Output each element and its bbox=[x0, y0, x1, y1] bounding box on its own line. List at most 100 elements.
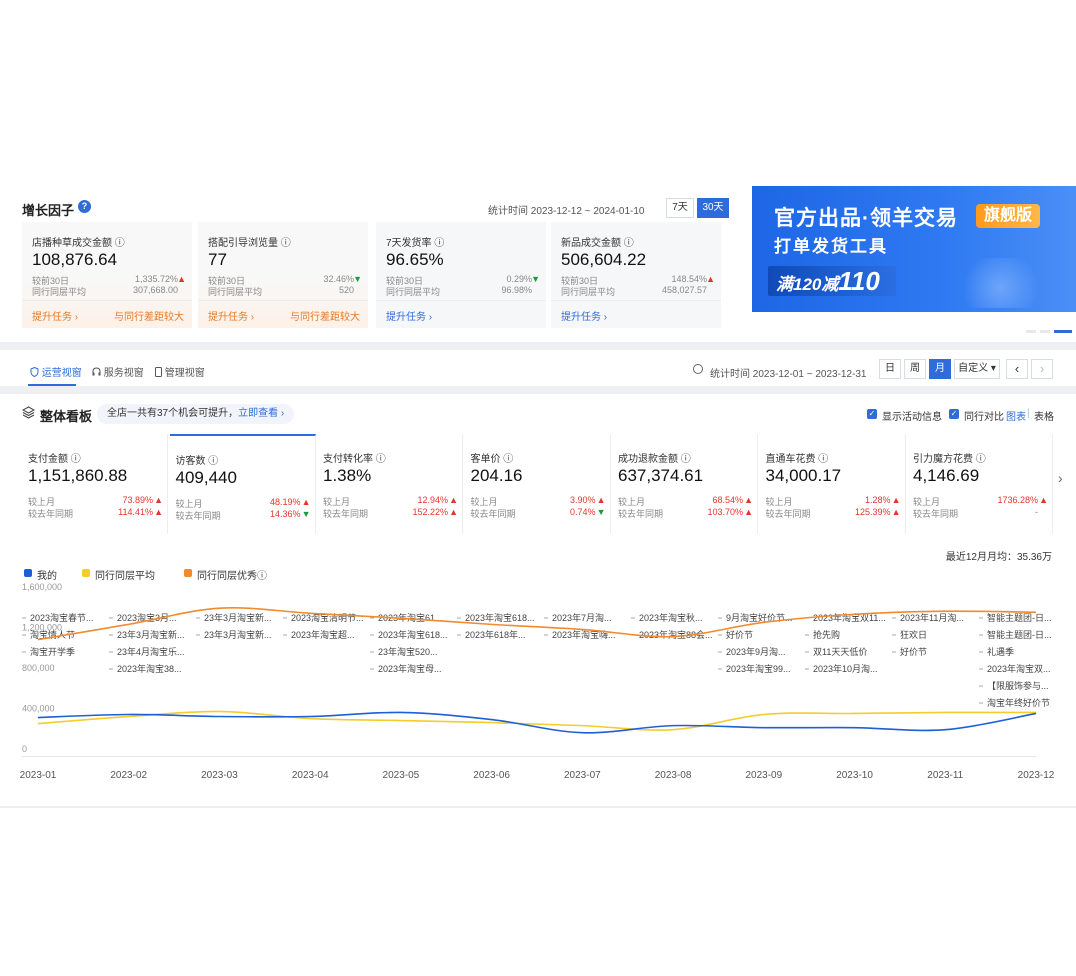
growth-factor-panel: 增长因子 ? 统计时间 2023-12-12 ~ 2024-01-10 7天 3… bbox=[8, 186, 746, 342]
x-tick-label: 2023-10 bbox=[836, 770, 873, 781]
metric-label: 客单价 ⓘ bbox=[470, 454, 514, 465]
growth-card[interactable]: 搭配引导浏览量 ⓘ 77 较前30日 32.46% ▼ 同行同层平均 520 提升任务 › 与同… bbox=[198, 222, 368, 328]
tab-label: 运营视窗 bbox=[41, 368, 82, 379]
peer-compare-checkbox[interactable]: ✓ bbox=[949, 409, 959, 419]
activity-label: 2023年10月淘... bbox=[813, 663, 878, 674]
section-divider bbox=[0, 806, 1076, 808]
mom-value: 48.19% bbox=[269, 497, 301, 507]
metric-card[interactable]: 引力魔方花费 ⓘ 4,146.69 较上月 1736.28% ▲ 较去年同期 - bbox=[907, 434, 1053, 534]
y-tick-label: 1,600,000 bbox=[22, 582, 62, 592]
peer-label: 同行同层平均 bbox=[208, 287, 263, 297]
compare-value: 32.46% bbox=[323, 274, 354, 284]
yoy-value: 114.41% bbox=[118, 507, 153, 517]
metric-value: 637,374.61 bbox=[618, 466, 704, 485]
yoy-label: 较去年同期 bbox=[470, 509, 516, 519]
metric-card[interactable]: 支付转化率 ⓘ 1.38% 较上月 12.94% ▲ 较去年同期 152.22% ▲ bbox=[317, 434, 463, 534]
banner-decoration bbox=[956, 258, 1046, 308]
range-7-days-button[interactable]: 7天 bbox=[666, 198, 694, 218]
metric-card[interactable]: 直通车花费 ⓘ 34,000.17 较上月 1.28% ▲ 较去年同期 125.39% ▲ bbox=[759, 434, 906, 534]
card-label: 店播种草成交金额 ⓘ bbox=[32, 238, 125, 249]
view-chart-toggle[interactable]: 图表 bbox=[1006, 408, 1026, 423]
growth-card[interactable]: 新品成交金额 ⓘ 506,604.22 较前30日 148.54% ▲ 同行同层平均 458… bbox=[551, 222, 721, 328]
growth-card[interactable]: 店播种草成交金额 ⓘ 108,876.64 较前30日 1,335.72% ▲ 同行同层平… bbox=[22, 222, 192, 328]
peer-value: 96.98% bbox=[501, 285, 532, 295]
peer-label: 同行同层平均 bbox=[561, 287, 616, 297]
arrow-down-icon: ▼ bbox=[353, 274, 362, 284]
layers-icon bbox=[22, 406, 35, 419]
activity-label: 2023年淘宝38... bbox=[117, 663, 182, 674]
range-30-days-button[interactable]: 30天 bbox=[697, 198, 729, 218]
metrics-next-arrow[interactable]: › bbox=[1058, 470, 1063, 486]
tab-management[interactable]: 管理视窗 bbox=[155, 364, 205, 379]
mom-value: 1736.28% bbox=[997, 495, 1038, 505]
improve-task-link[interactable]: 提升任务 › bbox=[561, 308, 607, 323]
activity-label: 淘宝开学季 bbox=[30, 646, 75, 657]
growth-card[interactable]: 7天发货率 ⓘ 96.65% 较前30日 0.29% ▼ 同行同层平均 96.98% 提升任务… bbox=[376, 222, 546, 328]
tab-service[interactable]: 服务视窗 bbox=[92, 364, 144, 379]
promo-amount: 110 bbox=[838, 266, 880, 296]
metric-card[interactable]: 访客数 ⓘ 409,440 较上月 48.19% ▲ 较去年同期 14.36% ▼ bbox=[169, 434, 316, 534]
x-tick-label: 2023-01 bbox=[20, 770, 57, 781]
gap-tag: 与同行差距较大 bbox=[114, 312, 184, 323]
card-value: 108,876.64 bbox=[32, 250, 118, 269]
metric-label: 直通车花费 ⓘ bbox=[765, 454, 829, 465]
tab-label: 管理视窗 bbox=[164, 368, 205, 379]
help-icon[interactable]: ? bbox=[78, 200, 91, 213]
carousel-dot-active[interactable] bbox=[1054, 330, 1072, 333]
arrow-up-icon: ▲ bbox=[744, 507, 753, 517]
view-table-toggle[interactable]: 表格 bbox=[1034, 408, 1054, 423]
x-tick-label: 2023-02 bbox=[110, 770, 147, 781]
activity-label: 智能主题团-日... bbox=[987, 612, 1052, 623]
activity-label: 2023年淘宝秋... bbox=[639, 612, 703, 623]
legend-swatch-mine bbox=[24, 569, 32, 577]
tab-operations[interactable]: 运营视窗 bbox=[30, 364, 82, 379]
metric-value: 409,440 bbox=[175, 468, 237, 487]
activity-label: 礼遇季 bbox=[987, 646, 1014, 657]
arrow-up-icon: ▲ bbox=[301, 497, 311, 507]
activity-label: 2023淘宝春节... bbox=[30, 612, 94, 623]
yoy-label: 较去年同期 bbox=[28, 509, 74, 519]
compare-value: 0.29% bbox=[506, 274, 532, 284]
view-now-link[interactable]: 立即查看 › bbox=[238, 408, 284, 419]
carousel-dot[interactable] bbox=[1026, 330, 1036, 333]
improve-task-link[interactable]: 提升任务 › bbox=[32, 308, 78, 323]
activity-label: 2023年淘宝母... bbox=[378, 663, 442, 674]
next-period-button[interactable]: › bbox=[1031, 359, 1053, 379]
yoy-value: 14.36% bbox=[269, 509, 301, 519]
improve-task-link[interactable]: 提升任务 › bbox=[208, 308, 254, 323]
activity-label: 好价节 bbox=[900, 646, 927, 657]
card-value: 506,604.22 bbox=[561, 250, 647, 269]
period-week-button[interactable]: 周 bbox=[904, 359, 926, 379]
board-stat-time: 统计时间 2023-12-01 ~ 2023-12-31 bbox=[710, 369, 867, 380]
prev-period-button[interactable]: ‹ bbox=[1006, 359, 1028, 379]
period-custom-dropdown[interactable]: 自定义 ▾ bbox=[954, 359, 1000, 379]
metric-card[interactable]: 客单价 ⓘ 204.16 较上月 3.90% ▲ 较去年同期 0.74% ▼ bbox=[464, 434, 611, 534]
carousel-dot[interactable] bbox=[1040, 330, 1050, 333]
peer-value: 307,668.00 bbox=[132, 285, 178, 295]
activity-label: 2023年618年... bbox=[465, 629, 526, 640]
promo-banner[interactable]: 官方出品·领羊交易 旗舰版 打单发货工具 满120减110 bbox=[752, 186, 1076, 312]
headset-icon bbox=[92, 367, 101, 376]
metric-value: 1.38% bbox=[323, 466, 372, 485]
banner-subtitle: 打单发货工具 bbox=[774, 237, 888, 256]
yoy-label: 较去年同期 bbox=[913, 509, 959, 519]
metric-card[interactable]: 支付金额 ⓘ 1,151,860.88 较上月 73.89% ▲ 较去年同期 114.41%… bbox=[22, 434, 168, 534]
show-activity-checkbox[interactable]: ✓ bbox=[867, 409, 877, 419]
peer-label: 同行同层平均 bbox=[32, 287, 87, 297]
activity-label: 2023年淘宝99... bbox=[726, 663, 791, 674]
y-tick-label: 800,000 bbox=[22, 663, 55, 673]
metric-card[interactable]: 成功退款金额 ⓘ 637,374.61 较上月 68.54% ▲ 较去年同期 103.70%… bbox=[612, 434, 758, 534]
arrow-up-icon: ▲ bbox=[177, 274, 186, 284]
improve-task-link[interactable]: 提升任务 › bbox=[386, 308, 432, 323]
phone-icon bbox=[155, 367, 162, 377]
activity-label: 2023年淘宝双... bbox=[987, 663, 1051, 674]
y-tick-label: 0 bbox=[22, 744, 27, 754]
peer-compare-label: 同行对比 bbox=[964, 412, 1004, 423]
period-day-button[interactable]: 日 bbox=[879, 359, 901, 379]
activity-label: 2023年7月淘... bbox=[552, 612, 612, 623]
arrow-up-icon: ▲ bbox=[154, 507, 163, 517]
activity-label: 23年淘宝520... bbox=[378, 646, 438, 657]
period-month-button[interactable]: 月 bbox=[929, 359, 951, 379]
compare-value: 148.54% bbox=[671, 274, 707, 284]
opportunity-tip: 全店一共有37个机会可提升，立即查看 › bbox=[97, 404, 295, 424]
